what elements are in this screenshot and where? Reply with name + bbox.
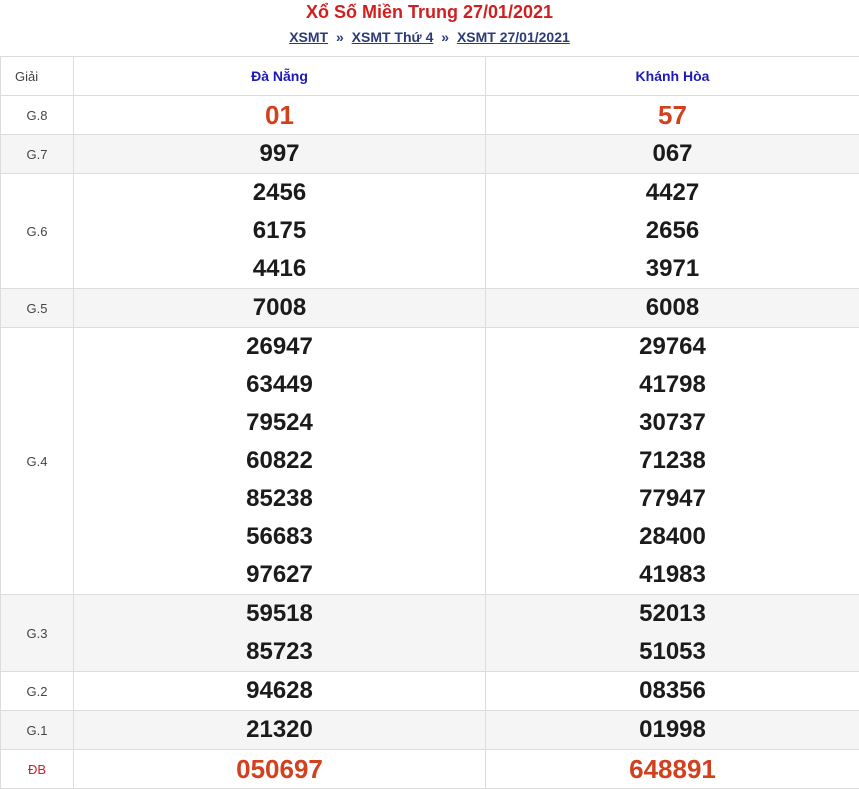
lottery-number: 71238 <box>639 447 706 474</box>
lottery-number: 57 <box>658 100 687 130</box>
lottery-number: 648891 <box>629 754 716 784</box>
result-cell-khanh-hoa: 067 <box>485 134 859 174</box>
lottery-number: 85238 <box>246 485 313 512</box>
table-row: G.6 2456 6175 4416 4427 2656 3971 <box>0 173 859 289</box>
prize-body: G.8 01 57 G.7 997 067 G.6 2456 6175 4416 4427 2656 3… <box>0 95 859 789</box>
lottery-number: 26947 <box>246 333 313 360</box>
prize-label: G.2 <box>0 671 74 711</box>
lottery-number: 28400 <box>639 523 706 550</box>
breadcrumb-separator: » <box>441 29 450 45</box>
breadcrumb-link-xsmt-date[interactable]: XSMT 27/01/2021 <box>457 29 570 45</box>
table-row: G.2 94628 08356 <box>0 671 859 711</box>
result-cell-khanh-hoa: 6008 <box>485 288 859 328</box>
lottery-number: 30737 <box>639 409 706 436</box>
lottery-number: 7008 <box>252 294 307 321</box>
result-cell-khanh-hoa: 57 <box>485 95 859 135</box>
lottery-number: 3971 <box>645 255 700 282</box>
table-row: G.5 7008 6008 <box>0 288 859 328</box>
table-row: G.8 01 57 <box>0 95 859 135</box>
result-cell-da-nang: 7008 <box>73 288 486 328</box>
prize-label: G.6 <box>0 173 74 289</box>
result-cell-da-nang: 26947 63449 79524 60822 85238 56683 97627 <box>73 327 486 595</box>
breadcrumb-link-xsmt-thu4[interactable]: XSMT Thứ 4 <box>352 29 434 45</box>
lottery-number: 2656 <box>645 217 700 244</box>
result-cell-khanh-hoa: 08356 <box>485 671 859 711</box>
lottery-number: 29764 <box>639 333 706 360</box>
lottery-number: 2456 <box>252 179 307 206</box>
prize-label: G.7 <box>0 134 74 174</box>
lottery-number: 050697 <box>236 754 323 784</box>
prize-label: G.3 <box>0 594 74 672</box>
province-header-da-nang[interactable]: Đà Nẵng <box>73 56 486 96</box>
lottery-number: 97627 <box>246 561 313 588</box>
result-cell-da-nang: 01 <box>73 95 486 135</box>
prize-label: ĐB <box>0 749 74 789</box>
lottery-number: 41798 <box>639 371 706 398</box>
lottery-number: 6008 <box>645 294 700 321</box>
breadcrumb-link-xsmt[interactable]: XSMT <box>289 29 328 45</box>
result-cell-khanh-hoa: 52013 51053 <box>485 594 859 672</box>
page-title: Xổ Số Miền Trung 27/01/2021 <box>305 2 554 22</box>
result-cell-da-nang: 59518 85723 <box>73 594 486 672</box>
result-cell-da-nang: 997 <box>73 134 486 174</box>
page-header: Xổ Số Miền Trung 27/01/2021 XSMT » XSMT … <box>0 0 859 56</box>
results-table: Giải Đà Nẵng Khánh Hòa G.8 01 57 G.7 997 067 G… <box>0 56 859 789</box>
lottery-number: 59518 <box>246 600 313 627</box>
table-header-row: Giải Đà Nẵng Khánh Hòa <box>0 56 859 96</box>
prize-label: G.8 <box>0 95 74 135</box>
lottery-number: 08356 <box>639 677 706 704</box>
lottery-number: 21320 <box>246 716 313 743</box>
table-row: G.4 26947 63449 79524 60822 85238 56683 97627 29… <box>0 327 859 595</box>
table-row: G.3 59518 85723 52013 51053 <box>0 594 859 672</box>
lottery-number: 79524 <box>246 409 313 436</box>
lottery-number: 63449 <box>246 371 313 398</box>
result-cell-da-nang: 21320 <box>73 710 486 750</box>
result-cell-khanh-hoa: 29764 41798 30737 71238 77947 28400 41983 <box>485 327 859 595</box>
lottery-number: 41983 <box>639 561 706 588</box>
result-cell-da-nang: 2456 6175 4416 <box>73 173 486 289</box>
lottery-number: 067 <box>652 140 693 167</box>
prize-label: G.1 <box>0 710 74 750</box>
lottery-number: 4416 <box>252 255 307 282</box>
table-row: G.1 21320 01998 <box>0 710 859 750</box>
lottery-number: 60822 <box>246 447 313 474</box>
table-row: G.7 997 067 <box>0 134 859 174</box>
lottery-number: 01 <box>265 100 294 130</box>
result-cell-khanh-hoa: 01998 <box>485 710 859 750</box>
prize-label: G.4 <box>0 327 74 595</box>
lottery-number: 01998 <box>639 716 706 743</box>
table-row: ĐB 050697 648891 <box>0 749 859 789</box>
result-cell-khanh-hoa: 4427 2656 3971 <box>485 173 859 289</box>
province-header-khanh-hoa[interactable]: Khánh Hòa <box>485 56 859 96</box>
lottery-number: 6175 <box>252 217 307 244</box>
breadcrumb: XSMT » XSMT Thứ 4 » XSMT 27/01/2021 <box>0 24 859 50</box>
result-cell-da-nang: 050697 <box>73 749 486 789</box>
breadcrumb-separator: » <box>335 29 344 45</box>
lottery-number: 56683 <box>246 523 313 550</box>
lottery-number: 85723 <box>246 638 313 665</box>
lottery-number: 51053 <box>639 638 706 665</box>
lottery-number: 997 <box>259 140 300 167</box>
prize-label: G.5 <box>0 288 74 328</box>
result-cell-khanh-hoa: 648891 <box>485 749 859 789</box>
result-cell-da-nang: 94628 <box>73 671 486 711</box>
lottery-number: 4427 <box>645 179 700 206</box>
lottery-number: 94628 <box>246 677 313 704</box>
lottery-number: 77947 <box>639 485 706 512</box>
prize-column-header: Giải <box>0 56 74 96</box>
lottery-number: 52013 <box>639 600 706 627</box>
